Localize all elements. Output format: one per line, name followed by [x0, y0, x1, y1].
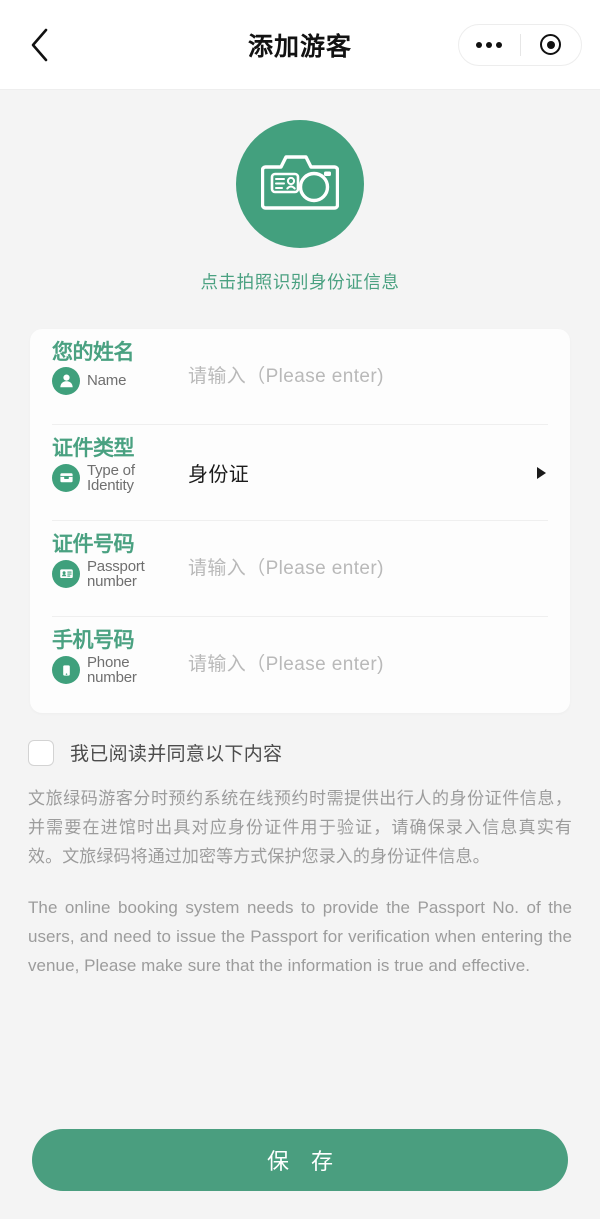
target-circle-icon — [540, 34, 561, 55]
field-label-cn: 手机号码 — [52, 629, 170, 653]
field-label-cn: 证件号码 — [52, 533, 170, 557]
field-label-en: Type of Identity — [87, 463, 170, 493]
field-label-identity-type: 证件类型 Type of Identity — [52, 437, 170, 509]
app-header: 添加游客 — [0, 0, 600, 90]
id-card-box-icon — [52, 464, 80, 492]
page-title: 添加游客 — [248, 27, 352, 63]
more-menu-button[interactable] — [459, 25, 520, 65]
passenger-form-card: 您的姓名 Name 证件类型 — [30, 329, 570, 713]
id-badge-icon — [52, 560, 80, 588]
policy-text-en: The online booking system needs to provi… — [28, 893, 572, 980]
field-label-en: Phone number — [87, 655, 170, 685]
field-label-passport-number: 证件号码 Passport number — [52, 533, 170, 605]
field-label-cn: 证件类型 — [52, 437, 170, 461]
field-row-name: 您的姓名 Name — [52, 329, 548, 425]
save-bar: 保 存 — [0, 1129, 600, 1219]
field-label-cn: 您的姓名 — [52, 341, 170, 365]
field-label-name: 您的姓名 Name — [52, 341, 170, 413]
chevron-left-icon — [30, 28, 50, 62]
agreement-checkbox[interactable] — [28, 740, 54, 766]
more-dots-icon — [476, 42, 502, 48]
ocr-section: 点击拍照识别身份证信息 — [0, 90, 600, 294]
ocr-hint-text[interactable]: 点击拍照识别身份证信息 — [200, 269, 399, 294]
footer-spacer — [0, 980, 600, 1129]
miniprogram-capsule — [458, 24, 582, 66]
person-icon — [52, 367, 80, 395]
policy-text-cn: 文旅绿码游客分时预约系统在线预约时需提供出行人的身份证件信息，并需要在进馆时出具… — [28, 784, 572, 871]
identity-type-value[interactable]: 身份证 — [170, 458, 548, 487]
agreement-section: 我已阅读并同意以下内容 文旅绿码游客分时预约系统在线预约时需提供出行人的身份证件… — [28, 739, 572, 980]
field-row-passport-number: 证件号码 Passport number — [52, 521, 548, 617]
phone-number-input[interactable] — [170, 654, 548, 676]
save-button[interactable]: 保 存 — [32, 1129, 568, 1191]
agreement-label: 我已阅读并同意以下内容 — [70, 739, 282, 766]
field-label-phone-number: 手机号码 Phone number — [52, 629, 170, 701]
screen-root: 添加游客 — [0, 0, 600, 1219]
triangle-right-icon[interactable] — [537, 467, 546, 479]
capture-id-button[interactable] — [236, 120, 364, 248]
close-miniprogram-button[interactable] — [521, 25, 582, 65]
name-input[interactable] — [170, 366, 548, 388]
field-row-phone-number: 手机号码 Phone number — [52, 617, 548, 713]
passport-number-input[interactable] — [170, 558, 548, 580]
field-label-en: Name — [87, 373, 126, 389]
back-button[interactable] — [18, 23, 62, 67]
camera-id-icon — [261, 150, 339, 219]
field-label-en: Passport number — [87, 559, 170, 589]
field-row-identity-type[interactable]: 证件类型 Type of Identity 身份证 — [52, 425, 548, 521]
mobile-phone-icon — [52, 656, 80, 684]
agreement-row[interactable]: 我已阅读并同意以下内容 — [28, 739, 572, 766]
